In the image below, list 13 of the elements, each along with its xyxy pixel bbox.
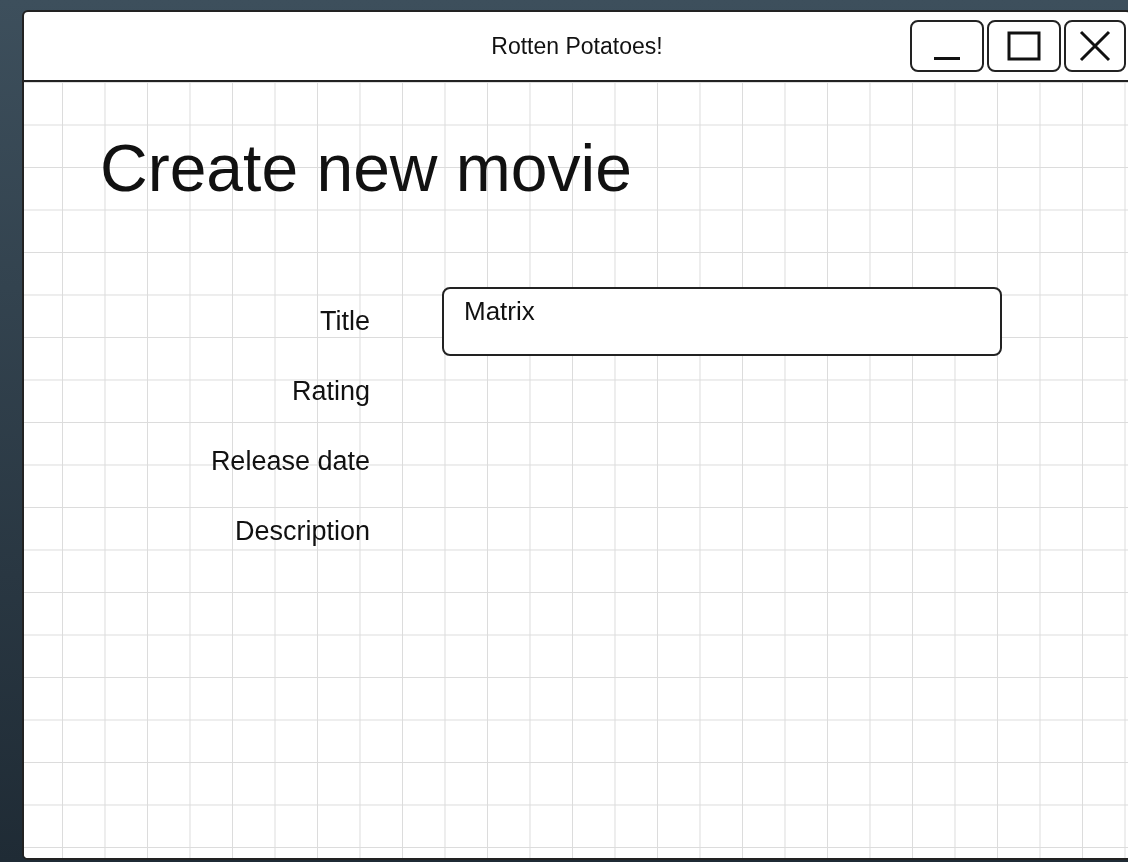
input-field[interactable]: Matrix (442, 286, 1002, 356)
field-label: Release date (209, 445, 370, 479)
maximize-icon (1007, 31, 1041, 61)
page-heading: Create new movie (100, 132, 633, 205)
window-title: Rotten Potatoes! (491, 31, 663, 61)
close-icon (1078, 29, 1112, 63)
field-label: Rating (290, 375, 370, 409)
close-button[interactable] (1064, 20, 1126, 72)
field-label: Title (319, 305, 370, 339)
field-label: Description (233, 515, 370, 549)
minimize-icon (934, 56, 960, 60)
minimize-button[interactable] (910, 20, 984, 72)
maximize-button[interactable] (987, 20, 1061, 72)
